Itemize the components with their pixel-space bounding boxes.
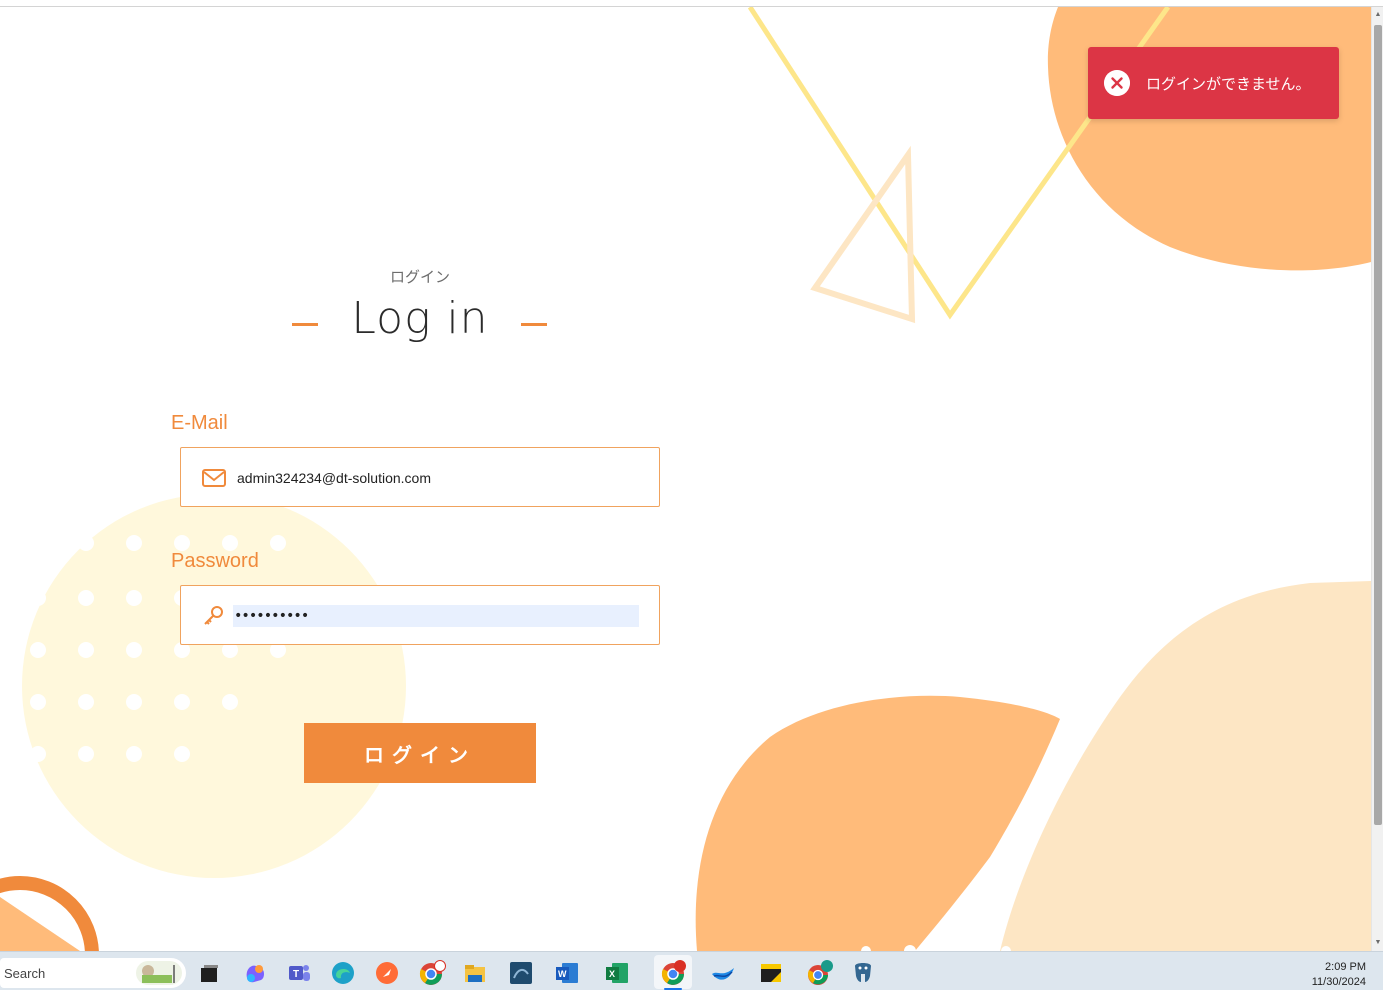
login-button[interactable]: ログイン — [304, 723, 536, 783]
password-field[interactable] — [180, 585, 660, 645]
key-icon — [204, 606, 223, 625]
excel-icon[interactable]: X — [604, 960, 630, 986]
error-toast-message: ログインができません。 — [1146, 75, 1311, 93]
scroll-up-icon[interactable]: ▲ — [1372, 9, 1383, 21]
chrome-dev-badge-icon — [821, 960, 833, 972]
file-explorer-icon[interactable] — [462, 960, 488, 986]
mail-icon — [202, 469, 226, 487]
mysql-workbench-icon[interactable] — [508, 960, 534, 986]
email-label: E-Mail — [171, 412, 228, 434]
svg-text:X: X — [609, 969, 615, 979]
error-toast: ログインができません。 — [1088, 47, 1339, 119]
clock-date: 11/30/2024 — [1311, 976, 1366, 988]
task-view-icon[interactable] — [196, 960, 222, 986]
browser-page: ログイン Log in E-Mail Password ログイン — [0, 0, 1383, 990]
taskbar-search-label: Search — [4, 966, 46, 981]
postman-icon[interactable] — [374, 960, 400, 986]
chrome-notification-badge-icon — [674, 960, 686, 972]
login-title: Log in — [351, 293, 489, 344]
scroll-down-icon[interactable]: ▼ — [1372, 937, 1383, 949]
svg-text:T: T — [293, 969, 299, 980]
chrome-profile-badge-icon — [434, 960, 446, 972]
word-icon[interactable]: W — [554, 960, 580, 986]
edge-icon[interactable] — [330, 960, 356, 986]
sticky-notes-icon[interactable] — [758, 960, 784, 986]
login-viewport: ログイン Log in E-Mail Password ログイン — [0, 7, 1371, 951]
clock-time: 2:09 PM — [1325, 961, 1366, 973]
orange-blob-bottom-right — [695, 695, 1060, 951]
login-subtitle: ログイン — [389, 268, 450, 286]
teams-icon[interactable]: T — [286, 960, 312, 986]
taskbar-clock[interactable]: 2:09 PM 11/30/2024 — [1290, 960, 1366, 990]
postgresql-icon[interactable] — [850, 960, 876, 986]
email-field[interactable] — [180, 447, 660, 507]
scroll-thumb[interactable] — [1374, 25, 1382, 825]
title-dash-right — [521, 323, 547, 326]
svg-text:W: W — [558, 969, 567, 979]
taskbar: Search T W X 2:09 PM 11/30/2024 — [0, 951, 1383, 990]
vertical-scrollbar[interactable]: ▲ ▼ — [1371, 7, 1383, 951]
copilot-icon[interactable] — [242, 960, 268, 986]
title-dash-left — [292, 323, 318, 326]
bird-app-icon[interactable] — [710, 960, 736, 986]
password-label: Password — [171, 550, 259, 572]
peach-blob-bottom-right — [1000, 581, 1371, 951]
taskbar-search[interactable]: Search — [0, 958, 186, 988]
email-input[interactable] — [237, 466, 637, 490]
search-highlight-icon — [136, 961, 182, 985]
password-input[interactable] — [233, 605, 639, 627]
error-x-icon[interactable] — [1104, 70, 1130, 96]
